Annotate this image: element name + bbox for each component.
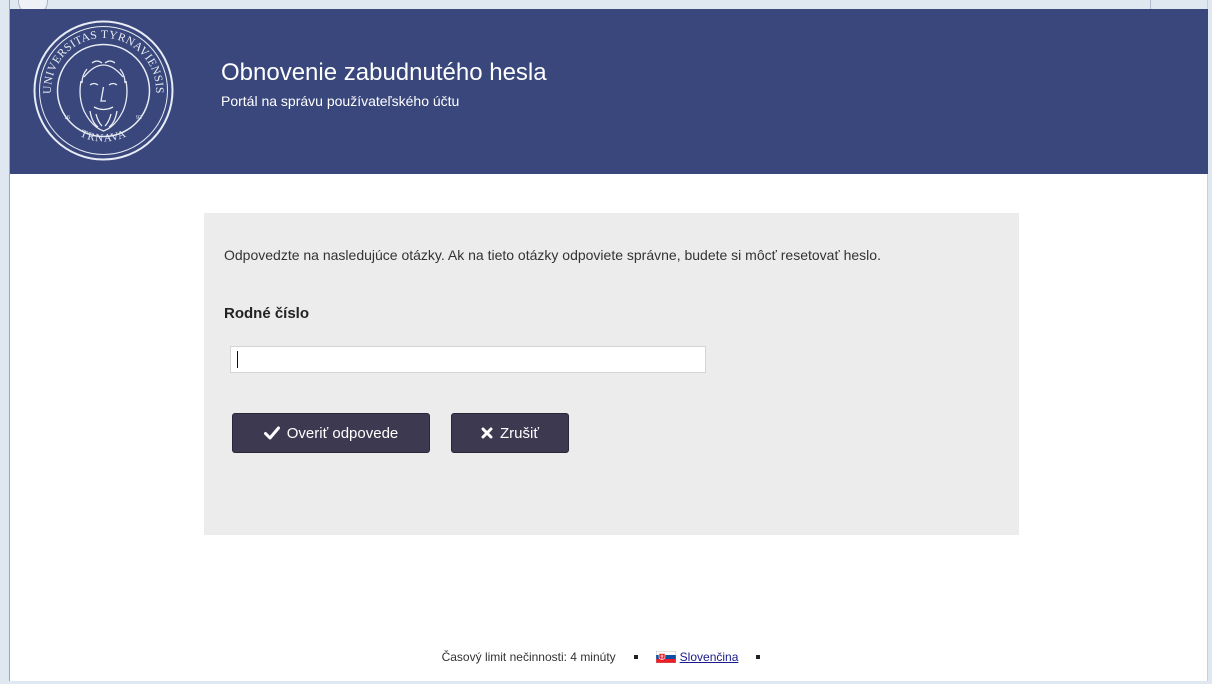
cancel-button[interactable]: Zrušiť — [451, 413, 569, 453]
language-link-slovak[interactable]: Slovenčina — [680, 650, 739, 664]
slovak-flag-icon — [655, 651, 676, 663]
text-caret — [237, 351, 238, 368]
svg-text:UNIVERSITAS TYRNAVIENSIS: UNIVERSITAS TYRNAVIENSIS — [42, 29, 165, 94]
footer-separator — [756, 655, 761, 659]
idle-timeout-text: Časový limit nečinnosti: 4 minúty — [441, 650, 616, 664]
security-questions-panel: Odpovedzte na nasledujúce otázky. Ak na … — [204, 213, 1019, 535]
browser-frame-left — [0, 0, 10, 684]
close-icon — [481, 427, 493, 439]
verify-answers-label: Overiť odpovede — [286, 424, 399, 442]
browser-frame-top — [0, 0, 1212, 9]
page-subtitle: Portál na správu používateľského účtu — [221, 93, 460, 109]
instructions-text: Odpovedzte na nasledujúce otázky. Ak na … — [224, 247, 881, 263]
svg-text:16: 16 — [64, 115, 70, 121]
page-title: Obnovenie zabudnutého hesla — [221, 59, 547, 86]
university-seal-icon: UNIVERSITAS TYRNAVIENSIS TRNAVA 16 92 — [32, 19, 175, 162]
verify-answers-button[interactable]: Overiť odpovede — [232, 413, 430, 453]
page-header: UNIVERSITAS TYRNAVIENSIS TRNAVA 16 92 Ob… — [10, 9, 1208, 174]
checkmark-icon — [263, 426, 280, 440]
page-footer: Časový limit nečinnosti: 4 minúty Sloven… — [0, 650, 1212, 664]
cancel-label: Zrušiť — [500, 424, 539, 442]
svg-text:TRNAVA: TRNAVA — [79, 128, 129, 145]
browser-frame-divider — [1150, 0, 1151, 9]
footer-separator — [633, 655, 638, 659]
svg-text:92: 92 — [136, 115, 142, 121]
birth-number-input[interactable] — [230, 346, 706, 373]
birth-number-label: Rodné číslo — [224, 305, 310, 322]
